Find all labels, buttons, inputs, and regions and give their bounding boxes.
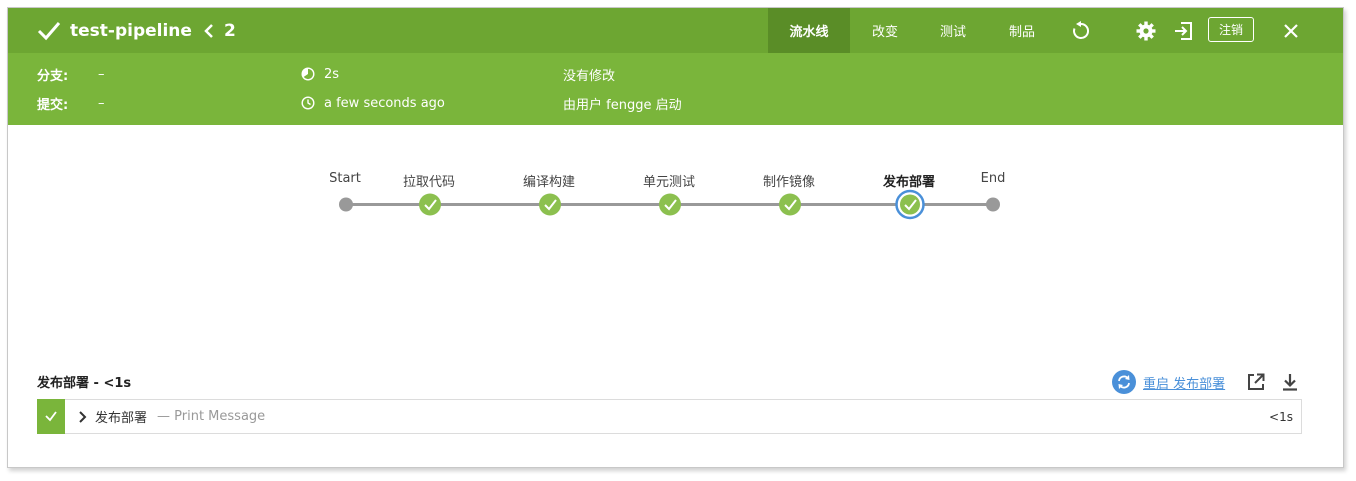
end-node bbox=[986, 197, 1000, 212]
gear-icon bbox=[1136, 21, 1156, 40]
check-icon bbox=[45, 411, 57, 422]
started-time: a few seconds ago bbox=[301, 94, 445, 112]
settings-button[interactable] bbox=[1132, 8, 1160, 53]
stage-node-deploy[interactable] bbox=[895, 189, 925, 220]
step-description: — Print Message bbox=[157, 409, 266, 424]
branch-value: – bbox=[98, 66, 105, 82]
commit-label: 提交: bbox=[37, 97, 69, 113]
run-title: test-pipeline 2 bbox=[36, 8, 236, 53]
header-bar: test-pipeline 2 流水线 改变 测试 制品 注销 bbox=[8, 8, 1343, 53]
changes-text: 没有修改 bbox=[563, 68, 616, 84]
external-link-icon bbox=[1248, 373, 1265, 390]
pipeline-graph: Start 拉取代码 编译构建 单元测试 制作镜像 发布部署 End bbox=[8, 125, 1343, 355]
start-node bbox=[339, 197, 353, 212]
header-tabs: 流水线 改变 测试 制品 bbox=[768, 8, 1058, 53]
tab-artifacts[interactable]: 制品 bbox=[986, 8, 1058, 53]
commit-value: – bbox=[98, 95, 105, 111]
clock-icon bbox=[301, 96, 315, 110]
replay-button[interactable] bbox=[1066, 8, 1096, 53]
tab-tests[interactable]: 测试 bbox=[920, 8, 986, 53]
step-row[interactable]: 发布部署 — Print Message <1s bbox=[37, 398, 1302, 434]
stage-node-unit-test[interactable] bbox=[659, 193, 681, 216]
step-name: 发布部署 bbox=[95, 411, 148, 426]
run-summary: 分支: – 提交: – 2s a few seconds ago 没有修改 由用… bbox=[8, 53, 1343, 125]
close-icon bbox=[1284, 23, 1298, 38]
restart-stage-label[interactable]: 重启 发布部署 bbox=[1143, 373, 1225, 392]
triggered-by: 由用户 fengge 启动 bbox=[563, 97, 682, 113]
stage-node-checkout[interactable] bbox=[419, 193, 441, 216]
restart-stage-button[interactable]: 重启 发布部署 bbox=[1112, 370, 1225, 394]
duration-icon bbox=[301, 67, 315, 81]
duration: 2s bbox=[301, 65, 339, 83]
chevron-right-icon[interactable] bbox=[75, 410, 89, 424]
open-log-button[interactable] bbox=[1245, 371, 1267, 393]
stage-node-build[interactable] bbox=[539, 193, 561, 216]
tab-changes[interactable]: 改变 bbox=[850, 8, 920, 53]
pipeline-window: test-pipeline 2 流水线 改变 测试 制品 注销 分支: – 提交… bbox=[7, 7, 1344, 468]
close-button[interactable] bbox=[1278, 8, 1304, 53]
replay-icon bbox=[1073, 20, 1090, 39]
branch-label: 分支: bbox=[37, 68, 69, 84]
run-number: 2 bbox=[223, 20, 236, 41]
download-log-button[interactable] bbox=[1279, 371, 1301, 393]
pipeline-name[interactable]: test-pipeline bbox=[70, 21, 192, 41]
step-section-title: 发布部署 - <1s bbox=[37, 376, 132, 391]
stage-nodes bbox=[339, 189, 1000, 220]
exit-icon bbox=[1175, 21, 1192, 40]
step-duration: <1s bbox=[1269, 409, 1293, 424]
exit-button[interactable] bbox=[1170, 8, 1198, 53]
logout-button[interactable]: 注销 bbox=[1208, 17, 1254, 42]
stage-node-image[interactable] bbox=[779, 193, 801, 216]
restart-icon bbox=[1112, 370, 1136, 394]
check-icon bbox=[37, 21, 61, 40]
download-icon bbox=[1283, 374, 1297, 391]
tab-pipeline[interactable]: 流水线 bbox=[768, 8, 850, 53]
step-status-success bbox=[37, 398, 65, 434]
chevron-left-icon bbox=[204, 23, 213, 38]
